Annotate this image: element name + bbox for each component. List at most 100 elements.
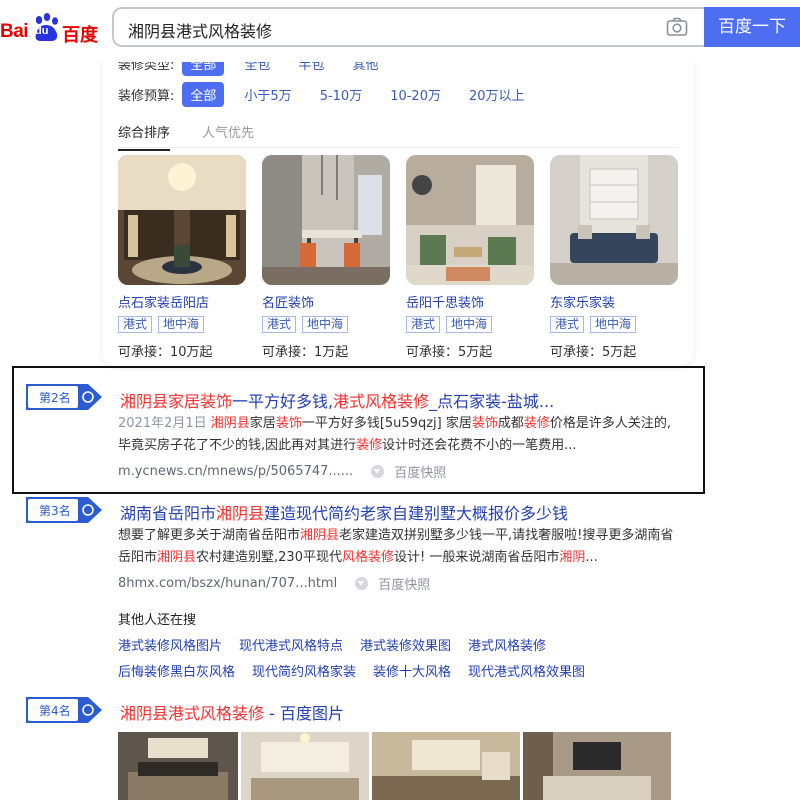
budget-option-under-5w[interactable]: 小于5万 xyxy=(236,82,299,107)
rank-badge: 第4名 xyxy=(26,697,102,723)
company-photo[interactable] xyxy=(550,155,678,285)
snippet-text: 湘阴县 xyxy=(300,528,340,543)
company-photo[interactable] xyxy=(406,155,534,285)
style-tag: 地中海 xyxy=(302,316,349,333)
result-image[interactable] xyxy=(241,732,369,800)
rank-label: 第2名 xyxy=(39,391,71,405)
budget-option-all[interactable]: 全部 xyxy=(182,82,225,107)
result-source: m.ycnews.cn/mnews/p/5065747...... 百度快照 xyxy=(118,462,446,481)
result-title[interactable]: 湖南省岳阳市湘阴县建造现代简约老家自建别墅大概报价多少钱 xyxy=(120,500,568,524)
title-text[interactable]: 湖南省岳阳市 xyxy=(120,504,216,523)
company-card[interactable]: 岳阳千思装饰 港式 地中海 可承接：5万起 xyxy=(406,155,534,360)
company-price: 可承接：5万起 xyxy=(550,345,637,360)
search-box[interactable]: 湘阴县港式风格装修 xyxy=(112,7,704,47)
style-tag: 港式 xyxy=(118,316,153,333)
related-search-link[interactable]: 港式风格装修 xyxy=(468,635,546,654)
title-text[interactable]: 湘阴县 xyxy=(216,504,264,523)
title-text[interactable]: 一平方好多钱, xyxy=(232,392,333,411)
company-price: 可承接：10万起 xyxy=(118,345,213,360)
search-button[interactable]: 百度一下 xyxy=(704,7,800,47)
snippet-text: 风格装修 xyxy=(341,550,394,565)
camera-icon[interactable] xyxy=(666,17,688,37)
snapshot-link[interactable]: 百度快照 xyxy=(394,462,446,481)
company-tags: 港式 地中海 xyxy=(550,316,678,333)
image-strip xyxy=(118,732,674,800)
result-snippet: 想要了解更多关于湖南省岳阳市湘阴县老家建造双拼别墅多少钱一平,请找奢服啦!搜寻更… xyxy=(118,525,678,569)
snippet-text: ... xyxy=(585,550,598,565)
rank-badge: 第3名 xyxy=(26,497,102,523)
style-tag: 港式 xyxy=(550,316,585,333)
result-image[interactable] xyxy=(118,732,238,800)
baidu-logo[interactable]: Bai du 百度 xyxy=(0,12,100,46)
company-card[interactable]: 点石家装岳阳店 港式 地中海 可承接：10万起 xyxy=(118,155,246,360)
snapshot-dropdown-icon[interactable] xyxy=(355,577,369,590)
snapshot-dropdown-icon[interactable] xyxy=(371,465,385,478)
company-tags: 港式 地中海 xyxy=(118,316,246,333)
result-snippet: 2021年2月1日 湘阴县家居装饰一平方好多钱[5u59qzj] 家居装饰成都装… xyxy=(118,413,678,457)
related-searches-title: 其他人还在搜 xyxy=(118,613,197,628)
snippet-text: 湘阴县 xyxy=(157,550,197,565)
logo-du: du xyxy=(35,25,49,37)
snippet-text: 湘阴 xyxy=(559,550,586,565)
result-date: 2021年2月1日 xyxy=(118,416,207,431)
company-name[interactable]: 岳阳千思装饰 xyxy=(406,292,534,311)
logo-latin: Bai xyxy=(0,21,29,42)
related-search-link[interactable]: 现代港式风格特点 xyxy=(239,635,343,654)
company-name[interactable]: 名匠装饰 xyxy=(262,292,390,311)
budget-option-5-10w[interactable]: 5-10万 xyxy=(312,82,371,107)
style-tag: 地中海 xyxy=(158,316,205,333)
rank-badge: 第2名 xyxy=(26,384,102,410)
title-text[interactable]: 港式风格装修 xyxy=(333,392,429,411)
company-photo[interactable] xyxy=(262,155,390,285)
result-url[interactable]: 8hmx.com/bszx/hunan/707...html xyxy=(118,576,337,591)
budget-filter-label: 装修预算: xyxy=(118,89,175,104)
result-title[interactable]: 湘阴县家居装饰一平方好多钱,港式风格装修_点石家装-盐城... xyxy=(120,388,554,412)
snippet-text: 农村建造别墅,230平现代 xyxy=(196,550,342,565)
style-tag: 地中海 xyxy=(446,316,493,333)
result-title[interactable]: 湘阴县港式风格装修 - 百度图片 xyxy=(120,700,344,724)
snippet-text: 想要了解更多关于湖南省岳阳市 xyxy=(118,528,301,543)
related-search-link[interactable]: 现代港式风格效果图 xyxy=(468,661,585,680)
result-image[interactable] xyxy=(523,732,671,800)
title-text[interactable]: 湘阴县港式风格装修 xyxy=(120,704,264,723)
related-search-link[interactable]: 现代简约风格家装 xyxy=(252,661,356,680)
snippet-text: 湘阴县 xyxy=(210,416,250,431)
snippet-text: 设计时还会花费不小的一笔费用... xyxy=(382,438,577,453)
company-tags: 港式 地中海 xyxy=(406,316,534,333)
related-searches-row: 后悔装修黑白灰风格 现代简约风格家装 装修十大风格 现代港式风格效果图 xyxy=(118,661,602,680)
company-name[interactable]: 点石家装岳阳店 xyxy=(118,292,246,311)
related-search-link[interactable]: 后悔装修黑白灰风格 xyxy=(118,661,235,680)
budget-option-over-20w[interactable]: 20万以上 xyxy=(461,82,533,107)
company-card[interactable]: 东家乐家装 港式 地中海 可承接：5万起 xyxy=(550,155,678,360)
result-image[interactable] xyxy=(372,732,520,800)
result-url[interactable]: m.ycnews.cn/mnews/p/5065747...... xyxy=(118,464,353,479)
snippet-text: 装修 xyxy=(523,416,550,431)
title-text[interactable]: _点石家装-盐城... xyxy=(429,392,554,411)
result-source: 8hmx.com/bszx/hunan/707...html 百度快照 xyxy=(118,574,430,593)
snippet-text: 成都 xyxy=(497,416,524,431)
related-search-link[interactable]: 装修十大风格 xyxy=(373,661,451,680)
company-price: 可承接：1万起 xyxy=(262,345,349,360)
rank-label: 第4名 xyxy=(39,704,71,718)
search-input[interactable]: 湘阴县港式风格装修 xyxy=(128,18,272,42)
budget-option-10-20w[interactable]: 10-20万 xyxy=(382,82,449,107)
snippet-text: 一平方好多钱[5u59qzj] 家居 xyxy=(301,416,472,431)
related-search-link[interactable]: 港式装修风格图片 xyxy=(118,635,222,654)
company-card[interactable]: 名匠装饰 港式 地中海 可承接：1万起 xyxy=(262,155,390,360)
related-search-link[interactable]: 港式装修效果图 xyxy=(360,635,451,654)
snippet-text: 装饰 xyxy=(275,416,302,431)
header: Bai du 百度 湘阴县港式风格装修 百度一下 xyxy=(0,0,800,62)
snippet-text: 设计! 一般来说湖南省岳阳市 xyxy=(394,550,560,565)
snapshot-link[interactable]: 百度快照 xyxy=(378,574,430,593)
title-text[interactable]: - 百度图片 xyxy=(264,704,344,723)
related-searches-row: 港式装修风格图片 现代港式风格特点 港式装修效果图 港式风格装修 xyxy=(118,635,563,654)
tab-divider xyxy=(118,147,678,148)
company-photo[interactable] xyxy=(118,155,246,285)
title-text[interactable]: 装饰 xyxy=(200,392,232,411)
snippet-text: 装饰 xyxy=(471,416,498,431)
company-name[interactable]: 东家乐家装 xyxy=(550,292,678,311)
budget-filter-row: 装修预算: 全部 小于5万 5-10万 10-20万 20万以上 xyxy=(118,82,545,107)
company-price: 可承接：5万起 xyxy=(406,345,493,360)
title-text[interactable]: 湘阴县家居 xyxy=(120,392,200,411)
title-text[interactable]: 建造现代简约老家自建别墅大概报价多少钱 xyxy=(264,504,568,523)
